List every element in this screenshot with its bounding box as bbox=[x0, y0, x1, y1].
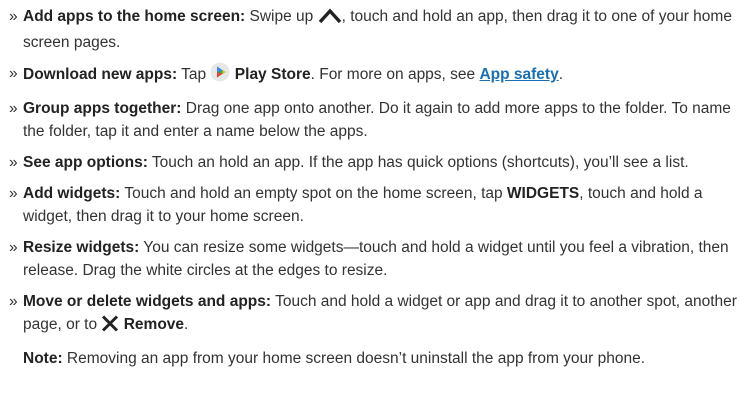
list-item-app-options: » See app options: Touch an hold an app.… bbox=[9, 151, 740, 174]
item-heading: Add apps to the home screen: bbox=[23, 8, 246, 25]
chevron-up-icon bbox=[318, 8, 342, 31]
help-document: » Add apps to the home screen: Swipe up … bbox=[0, 0, 740, 370]
list-item-resize-widgets: » Resize widgets: You can resize some wi… bbox=[9, 236, 740, 282]
note-label: Note: bbox=[23, 350, 63, 367]
app-safety-link[interactable]: App safety bbox=[479, 66, 558, 83]
item-text: Tap bbox=[177, 66, 211, 83]
remove-label: Remove bbox=[123, 316, 185, 333]
item-text: Swipe up bbox=[245, 8, 318, 25]
list-item-move-delete: » Move or delete widgets and apps: Touch… bbox=[9, 290, 740, 339]
list-item-download-apps: » Download new apps: Tap Play Store. For… bbox=[9, 62, 740, 89]
item-text: Touch and hold an empty spot on the home… bbox=[120, 185, 507, 202]
list-item-group-apps: » Group apps together: Drag one app onto… bbox=[9, 97, 740, 143]
list-item-add-widgets: » Add widgets: Touch and hold an empty s… bbox=[9, 182, 740, 228]
bullet-marker: » bbox=[9, 239, 18, 256]
item-heading: Add widgets: bbox=[23, 185, 121, 202]
item-text: Touch an hold an app. If the app has qui… bbox=[147, 154, 689, 171]
bullet-marker: » bbox=[9, 293, 18, 310]
bullet-marker: » bbox=[9, 154, 18, 171]
item-heading: Download new apps: bbox=[23, 66, 178, 83]
item-heading: Group apps together: bbox=[23, 100, 182, 117]
widgets-label: WIDGETS bbox=[506, 185, 580, 202]
note-text: Removing an app from your home screen do… bbox=[62, 350, 646, 367]
bullet-marker: » bbox=[9, 185, 18, 202]
item-text: . For more on apps, see bbox=[310, 66, 480, 83]
note-paragraph: Note: Removing an app from your home scr… bbox=[9, 347, 740, 370]
bullet-marker: » bbox=[9, 100, 18, 117]
item-text: . bbox=[184, 316, 189, 333]
play-store-label: Play Store bbox=[234, 66, 311, 83]
play-store-icon bbox=[210, 62, 230, 89]
close-x-icon bbox=[101, 315, 119, 339]
item-heading: See app options: bbox=[23, 154, 148, 171]
item-text: . bbox=[558, 66, 564, 83]
bullet-marker: » bbox=[9, 8, 18, 25]
item-heading: Move or delete widgets and apps: bbox=[23, 293, 272, 310]
list-item-add-apps: » Add apps to the home screen: Swipe up … bbox=[9, 5, 740, 54]
bullet-marker: » bbox=[9, 65, 18, 82]
item-heading: Resize widgets: bbox=[23, 239, 140, 256]
